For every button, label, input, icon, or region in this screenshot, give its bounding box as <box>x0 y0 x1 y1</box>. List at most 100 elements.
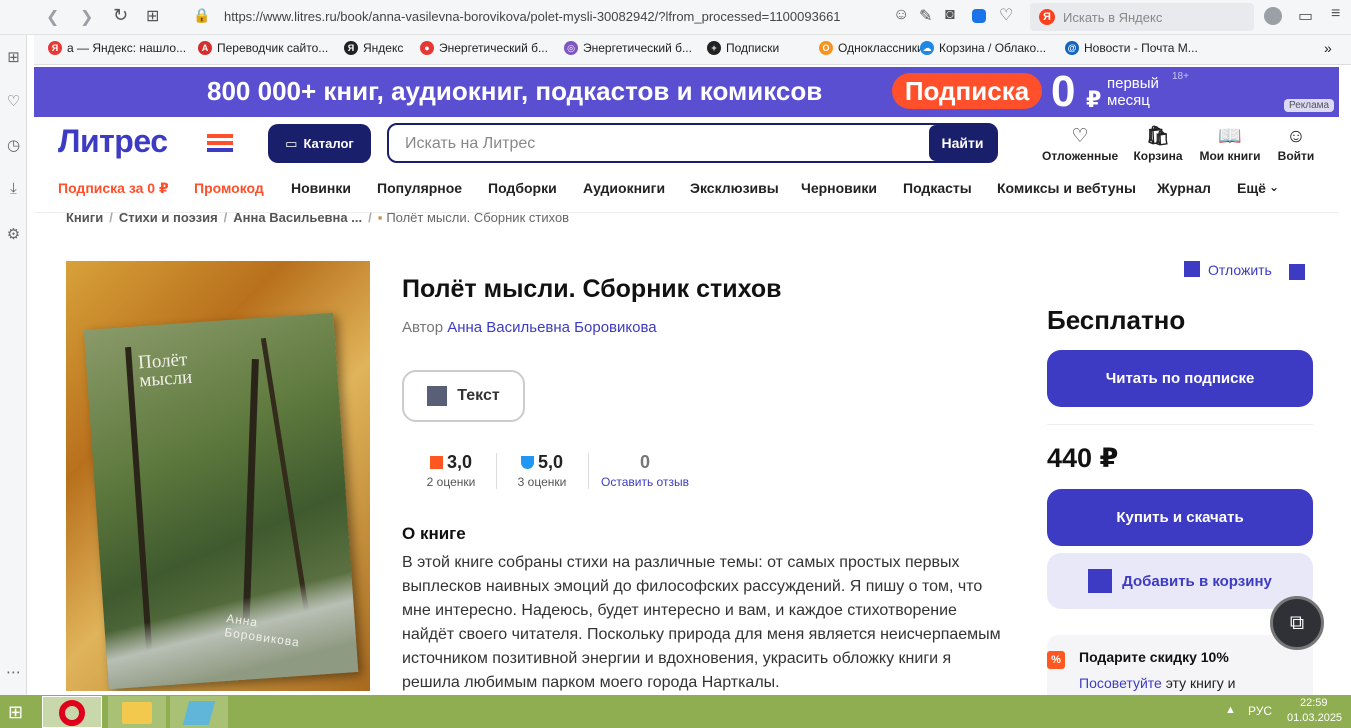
header-my-books-button[interactable]: 📖 Мои книги <box>1198 125 1262 163</box>
tabs-grid-icon[interactable]: ⊞ <box>146 6 159 26</box>
edit-icon[interactable]: ✎ <box>919 6 932 26</box>
bookmark-label: Одноклассники <box>838 41 924 55</box>
nav-item[interactable]: Популярное <box>377 180 462 196</box>
defer-link[interactable]: Отложить <box>1208 262 1272 278</box>
rating-value: 3,0 <box>446 451 473 472</box>
more-icon[interactable]: ⋯ <box>5 663 22 681</box>
folder-icon <box>122 702 152 724</box>
header-cart-button[interactable]: 🛍 Корзина <box>1133 125 1183 163</box>
notepad-icon <box>182 701 216 725</box>
site-search-input[interactable]: Искать на Литрес <box>405 135 535 153</box>
nav-item[interactable]: Комиксы и вебтуны <box>997 180 1136 196</box>
nav-item[interactable]: Промокод <box>194 180 264 196</box>
downloads-icon[interactable]: ⤓ <box>5 180 22 197</box>
windows-start-icon[interactable]: ⊞ <box>8 702 23 723</box>
read-subscription-button[interactable]: Читать по подписке <box>1047 350 1313 407</box>
bookmark-item[interactable]: Я Яндекс <box>344 41 403 55</box>
clock-date[interactable]: 01.03.2025 <box>1287 712 1342 724</box>
cover-photo: Полёт мысли Анна Боровикова <box>83 312 359 690</box>
bookmark-label: а — Яндекс: нашло... <box>67 41 187 55</box>
tray-chevron-icon[interactable]: ▲ <box>1225 704 1236 716</box>
nav-item[interactable]: Журнал <box>1157 180 1211 196</box>
promo-link[interactable]: Посоветуйте <box>1079 675 1162 691</box>
bookmark-item[interactable]: Яа — Яндекс: нашло... <box>48 41 186 55</box>
promo-banner[interactable]: 800 000+ книг, аудиокниг, подкастов и ко… <box>34 67 1339 117</box>
logo-stripes-icon <box>207 134 233 152</box>
buy-download-button[interactable]: Купить и скачать <box>1047 489 1313 546</box>
bookmark-item[interactable]: @ Новости - Почта М... <box>1065 41 1198 55</box>
author-link[interactable]: Анна Васильевна Боровикова <box>447 319 656 336</box>
catalog-button[interactable]: ▭ Каталог <box>268 124 371 163</box>
percent-icon: % <box>1047 651 1065 669</box>
breadcrumb-item-books[interactable]: Книги <box>66 210 103 225</box>
banner-text: 800 000+ книг, аудиокниг, подкастов и ко… <box>207 76 823 106</box>
site-search-box[interactable]: Искать на Литрес Найти <box>387 123 998 163</box>
speed-dial-icon[interactable]: ⊞ <box>5 48 22 66</box>
chevron-down-icon[interactable]: ⌄ <box>1269 180 1279 194</box>
bookmark-item[interactable]: ◎ Энергетический б... <box>564 41 692 55</box>
ad-label: Реклама <box>1284 99 1335 112</box>
taskbar-explorer[interactable] <box>108 696 166 728</box>
clock-time[interactable]: 22:59 <box>1300 697 1328 709</box>
history-icon[interactable]: ◷ <box>5 136 22 154</box>
nav-item[interactable]: Черновики <box>801 180 877 196</box>
bookmark-item[interactable]: ☁ Корзина / Облако... <box>920 41 1046 55</box>
language-indicator[interactable]: РУС <box>1248 704 1272 718</box>
site-search-button[interactable]: Найти <box>929 125 996 161</box>
banner-badge: Подписка <box>892 73 1042 109</box>
add-to-cart-button[interactable]: Добавить в корзину <box>1047 553 1313 609</box>
chat-button[interactable]: ⧉ <box>1270 596 1324 650</box>
emoji-icon[interactable]: ☺ <box>893 6 909 24</box>
menu-icon[interactable]: ≡ <box>1331 5 1340 23</box>
taskbar-notes[interactable] <box>170 696 228 728</box>
header-deferred-button[interactable]: ♡ Отложенные <box>1042 125 1118 163</box>
bookmark-label: Энергетический б... <box>583 41 692 55</box>
bookmark-item[interactable]: + Подписки <box>707 41 779 55</box>
banner-first: первый <box>1107 75 1159 92</box>
deferred-icon: ♡ <box>1071 126 1089 147</box>
breadcrumb-item-author[interactable]: Анна Васильевна ... <box>233 210 362 225</box>
nav-item[interactable]: Эксклюзивы <box>690 180 779 196</box>
book-cover[interactable]: Полёт мысли Анна Боровикова <box>66 261 370 691</box>
forward-icon[interactable]: ❯ <box>80 7 93 27</box>
login-icon: ☺ <box>1286 126 1306 147</box>
book-page: Книги / Стихи и поэзия / Анна Васильевна .… <box>34 210 1339 695</box>
defer-checkbox[interactable] <box>1184 261 1200 277</box>
reload-icon[interactable]: ↻ <box>113 5 128 26</box>
camera-icon[interactable]: ◙ <box>945 6 955 24</box>
bookmarks-more-icon[interactable]: » <box>1324 40 1332 56</box>
format-text-button[interactable]: Текст <box>402 370 525 422</box>
nav-item[interactable]: Подкасты <box>903 180 972 196</box>
battery-icon[interactable]: ▭ <box>1298 6 1313 26</box>
book-icon: ▪ <box>377 210 383 225</box>
favorites-icon[interactable]: ♡ <box>5 92 22 110</box>
nav-item[interactable]: Подписка за 0 ₽ <box>58 180 169 197</box>
profile-icon[interactable] <box>1264 7 1282 25</box>
rating-block: 3,0 2 оценки <box>418 451 484 490</box>
yandex-search-box[interactable]: Я Искать в Яндекс <box>1030 3 1254 31</box>
bookmark-item[interactable]: О Одноклассники <box>819 41 924 55</box>
cart-icon <box>1088 569 1113 593</box>
nav-item[interactable]: Подборки <box>488 180 557 196</box>
rating-sub[interactable]: Оставить отзыв <box>596 475 694 489</box>
price-value: 440 ₽ <box>1047 443 1119 473</box>
address-input[interactable]: https://www.litres.ru/book/anna-vasilevn… <box>224 9 841 24</box>
taskbar-opera[interactable] <box>42 696 102 728</box>
breadcrumb-item-poetry[interactable]: Стихи и поэзия <box>119 210 218 225</box>
bookmark-favicon-icon: Я <box>48 41 62 55</box>
nav-item[interactable]: Ещё <box>1237 180 1266 196</box>
nav-item[interactable]: Аудиокниги <box>583 180 665 196</box>
bookmark-item[interactable]: A Переводчик сайто... <box>198 41 328 55</box>
rating-block[interactable]: 0 Оставить отзыв <box>596 451 694 490</box>
defer-heart-icon[interactable] <box>1289 264 1305 280</box>
shield-icon[interactable] <box>972 9 986 23</box>
bookmark-heart-icon[interactable]: ♡ <box>999 5 1013 25</box>
nav-item[interactable]: Новинки <box>291 180 351 196</box>
header-login-button[interactable]: ☺ Войти <box>1277 125 1315 163</box>
back-icon[interactable]: ❮ <box>46 7 59 27</box>
banner-zero: 0 <box>1051 67 1076 116</box>
litres-logo[interactable]: Литрес <box>58 123 168 160</box>
bookmark-favicon-icon: О <box>819 41 833 55</box>
settings-icon[interactable]: ⚙ <box>5 225 22 243</box>
bookmark-item[interactable]: ● Энергетический б... <box>420 41 548 55</box>
